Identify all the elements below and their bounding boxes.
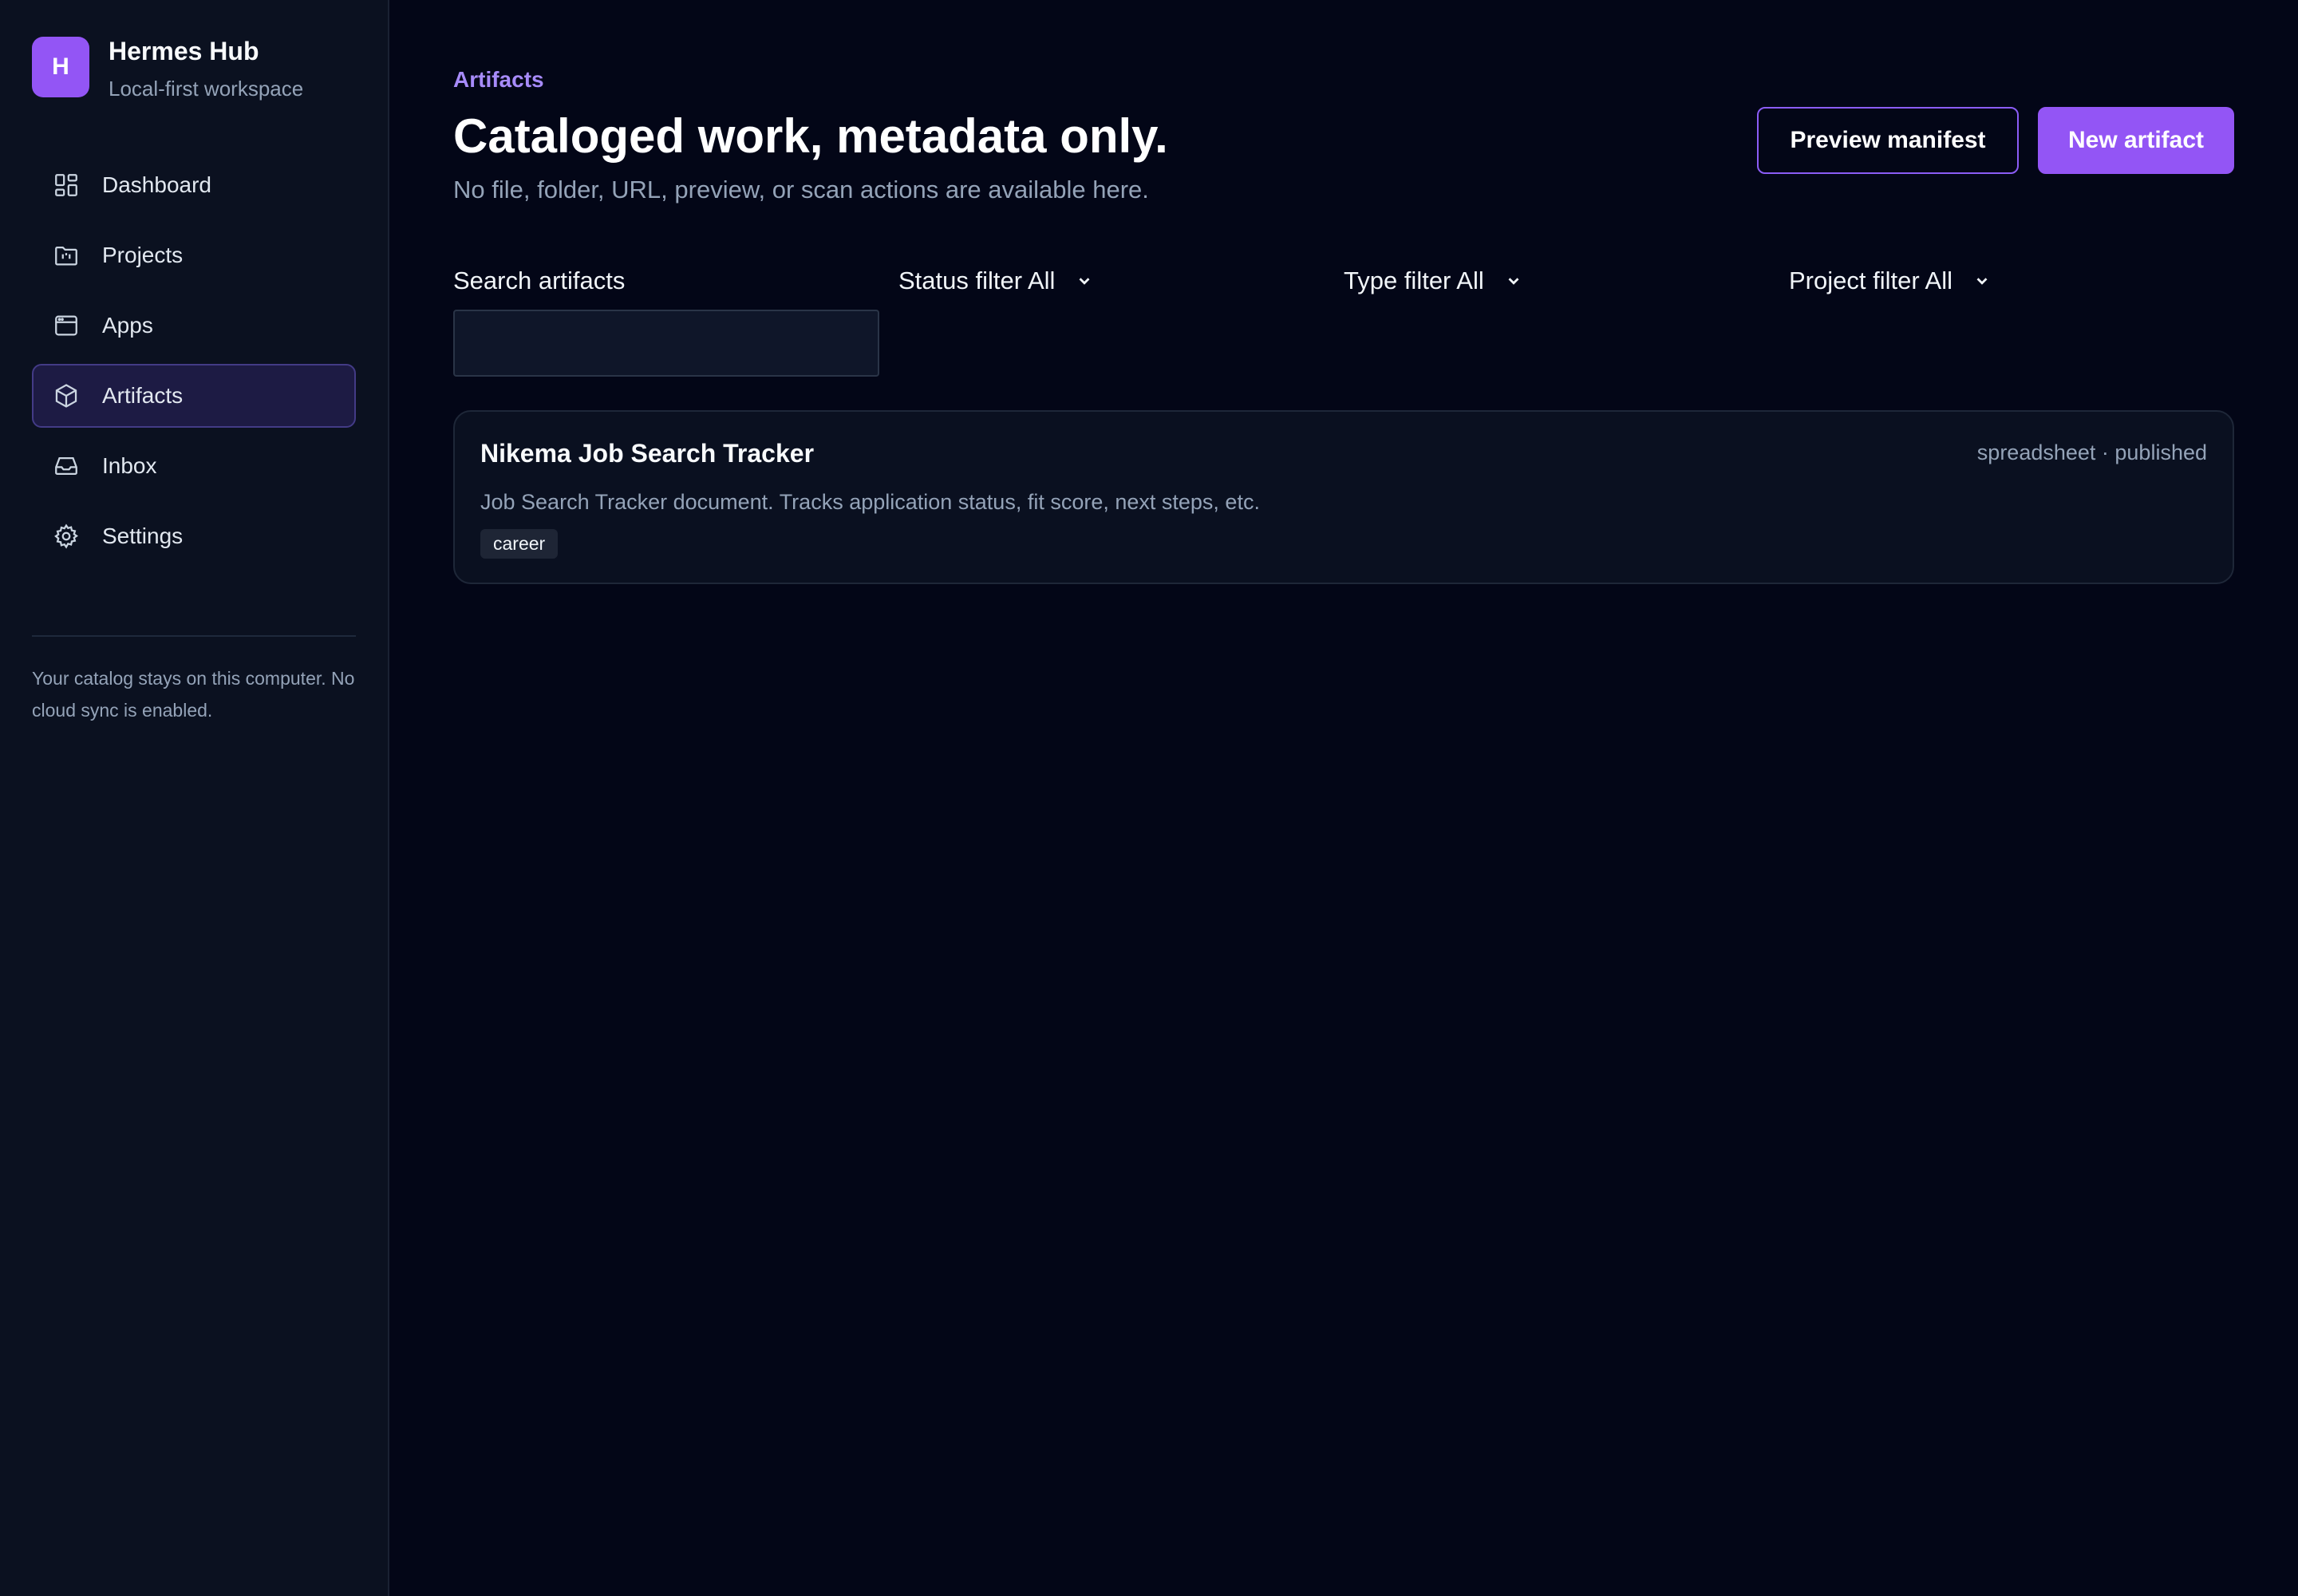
project-filter-select[interactable]: Project filter All	[1789, 267, 2234, 295]
inbox-icon	[53, 452, 80, 480]
sidebar-item-settings[interactable]: Settings	[32, 504, 356, 568]
new-artifact-button[interactable]: New artifact	[2038, 107, 2234, 174]
brand-logo: H	[32, 37, 89, 97]
search-input[interactable]	[453, 310, 879, 377]
search-label: Search artifacts	[453, 267, 626, 294]
dashboard-icon	[53, 172, 80, 199]
page-eyebrow: Artifacts	[453, 67, 544, 92]
type-filter: Type filter All	[1344, 267, 1789, 377]
chevron-down-icon	[1079, 278, 1090, 285]
brand-name: Hermes Hub	[109, 37, 259, 65]
sidebar-item-dashboard[interactable]: Dashboard	[32, 153, 356, 217]
brand-text: Hermes Hub Local-first workspace	[109, 37, 303, 101]
sidebar: H Hermes Hub Local-first workspace Dashb…	[0, 0, 389, 1596]
status-filter: Status filter All	[898, 267, 1344, 377]
status-filter-label: Status filter All	[898, 267, 1056, 294]
sidebar-divider	[32, 635, 356, 637]
preview-manifest-button[interactable]: Preview manifest	[1757, 107, 2019, 174]
brand-subtitle: Local-first workspace	[109, 77, 304, 101]
main-content: Artifacts Cataloged work, metadata only.…	[389, 0, 2298, 1596]
sidebar-nav: Dashboard Projects Apps Artifacts Inbox …	[32, 153, 356, 568]
type-filter-label: Type filter All	[1344, 267, 1484, 294]
project-filter: Project filter All	[1789, 267, 2234, 377]
search-filter: Search artifacts	[453, 267, 898, 377]
artifact-tag: career	[480, 529, 559, 559]
sidebar-item-label: Dashboard	[102, 172, 211, 197]
folder-icon	[53, 242, 80, 269]
brand: H Hermes Hub Local-first workspace	[32, 37, 356, 101]
sidebar-item-apps[interactable]: Apps	[32, 294, 356, 358]
sidebar-item-projects[interactable]: Projects	[32, 223, 356, 287]
sidebar-item-label: Inbox	[102, 453, 157, 478]
artifact-card[interactable]: Nikema Job Search Tracker spreadsheet · …	[453, 410, 2234, 584]
header-actions: Preview manifest New artifact	[1757, 107, 2234, 174]
chevron-down-icon	[1508, 278, 1519, 285]
cube-icon	[53, 382, 80, 409]
status-filter-select[interactable]: Status filter All	[898, 267, 1344, 295]
chevron-down-icon	[1976, 278, 1988, 285]
artifact-meta: spreadsheet · published	[1976, 440, 2207, 464]
artifact-description: Job Search Tracker document. Tracks appl…	[480, 490, 1260, 514]
sidebar-item-inbox[interactable]: Inbox	[32, 434, 356, 498]
filter-bar: Search artifacts Status filter All Type …	[453, 267, 2234, 377]
project-filter-label: Project filter All	[1789, 267, 1953, 294]
sidebar-item-artifacts[interactable]: Artifacts	[32, 364, 356, 428]
type-filter-select[interactable]: Type filter All	[1344, 267, 1789, 295]
sidebar-item-label: Apps	[102, 313, 153, 338]
artifact-title: Nikema Job Search Tracker	[480, 439, 815, 468]
app-root: H Hermes Hub Local-first workspace Dashb…	[0, 0, 2298, 1596]
sidebar-item-label: Settings	[102, 523, 184, 548]
sidebar-note: Your catalog stays on this computer. No …	[32, 668, 355, 721]
sidebar-item-label: Artifacts	[102, 383, 184, 408]
sidebar-item-label: Projects	[102, 243, 184, 267]
window-icon	[53, 312, 80, 339]
gear-icon	[53, 523, 80, 550]
page-subtitle: No file, folder, URL, preview, or scan a…	[453, 176, 1149, 203]
